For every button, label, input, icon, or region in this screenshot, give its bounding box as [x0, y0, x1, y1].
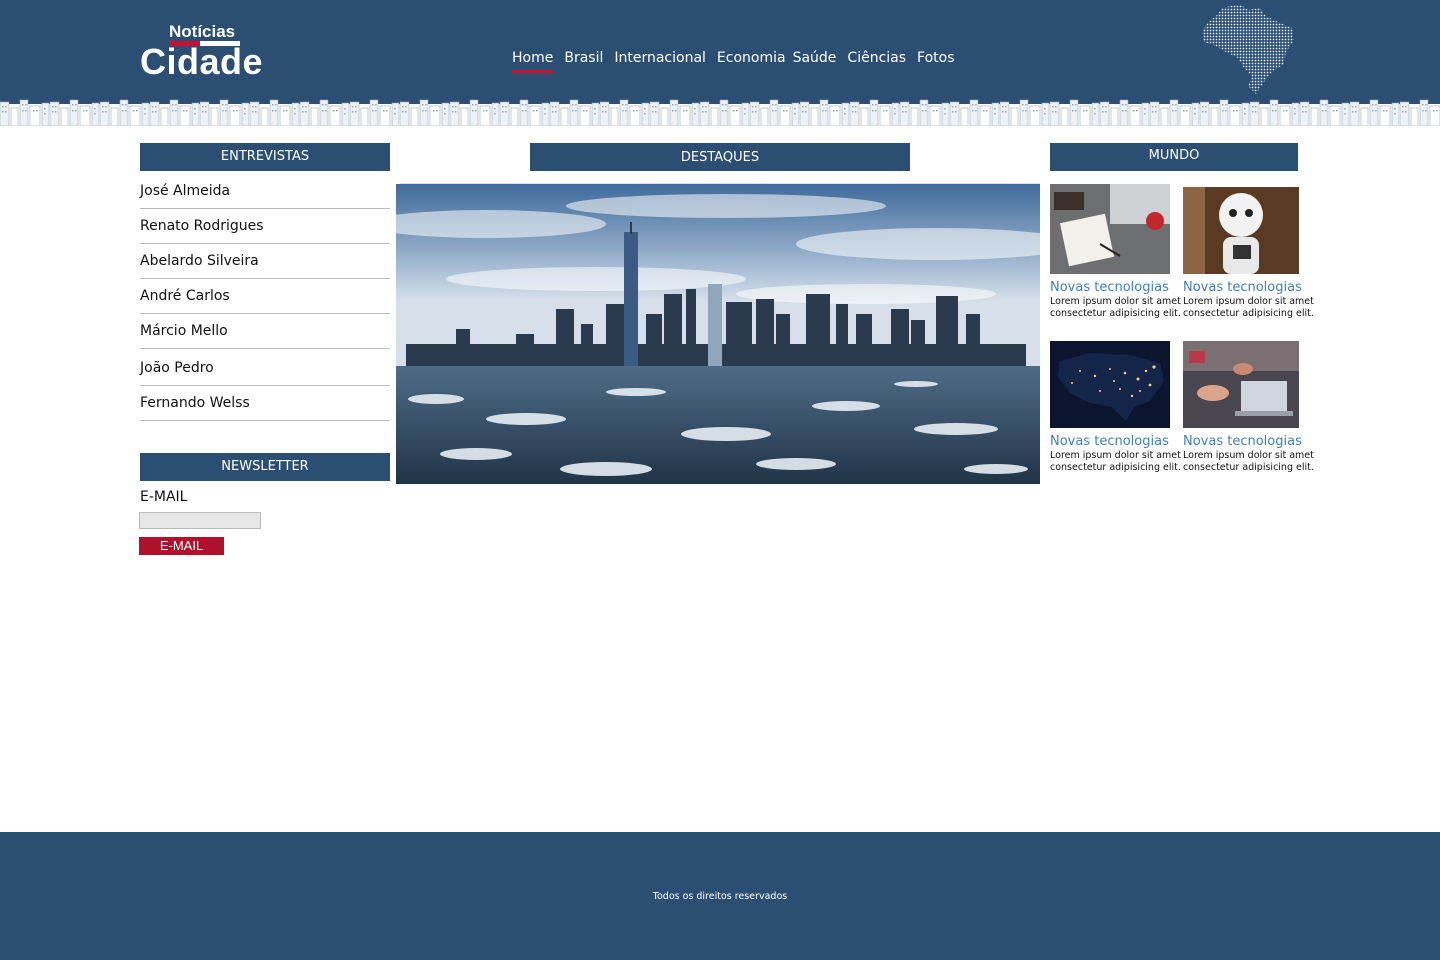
news-card-excerpt: Lorem ipsum dolor sit amet: [1050, 450, 1181, 461]
interviews-title: ENTREVISTAS: [140, 143, 390, 171]
email-input[interactable]: [139, 512, 261, 529]
news-card-title[interactable]: Novas tecnologias: [1050, 434, 1180, 450]
nav-home[interactable]: Home: [512, 49, 554, 73]
nav-fotos[interactable]: Fotos: [917, 49, 954, 67]
logo-main-text: Cidade: [140, 41, 264, 82]
nav-saude[interactable]: Saúde: [793, 49, 837, 67]
copyright-text: Todos os direitos reservados: [652, 891, 788, 902]
interview-item[interactable]: Fernando Welss: [140, 386, 390, 421]
world-title: MUNDO: [1050, 143, 1298, 171]
city-skyline-decoration: [0, 98, 1440, 126]
newsletter-title: NEWSLETTER: [140, 453, 390, 481]
news-card-title[interactable]: Novas tecnologias: [1050, 280, 1180, 296]
nav-ciencias[interactable]: Ciências: [847, 49, 906, 67]
news-card[interactable]: Novas tecnologias Lorem ipsum dolor sit …: [1183, 184, 1314, 320]
nav-brasil[interactable]: Brasil: [564, 49, 603, 67]
nav-economia[interactable]: Economia: [717, 49, 786, 67]
news-thumbnail-robot[interactable]: [1183, 184, 1303, 274]
highlights-title: DESTAQUES: [530, 143, 910, 171]
interview-item[interactable]: Abelardo Silveira: [140, 244, 390, 279]
news-card-excerpt: consectetur adipisicing elit.: [1050, 462, 1181, 473]
newsletter-submit-button[interactable]: E-MAIL: [139, 537, 224, 555]
news-thumbnail-desk[interactable]: [1050, 184, 1170, 274]
news-thumbnail-laptop-meeting[interactable]: [1183, 341, 1299, 428]
interview-item[interactable]: Márcio Mello: [140, 314, 390, 349]
logo-top-text: Notícias: [169, 22, 236, 41]
news-card-excerpt: Lorem ipsum dolor sit amet: [1183, 450, 1314, 461]
brazil-map-icon: [1202, 4, 1294, 94]
news-card-excerpt: consectetur adipisicing elit.: [1183, 462, 1314, 473]
news-card-title[interactable]: Novas tecnologias: [1183, 434, 1313, 450]
news-card-excerpt: consectetur adipisicing elit.: [1050, 308, 1181, 319]
site-header: Notícias Cidade Home Brasil Internaciona…: [0, 0, 1440, 100]
news-thumbnail-night-map[interactable]: [1050, 341, 1170, 428]
interview-item[interactable]: José Almeida: [140, 174, 390, 209]
site-footer: Todos os direitos reservados: [0, 832, 1440, 960]
interviews-list: José Almeida Renato Rodrigues Abelardo S…: [140, 174, 390, 421]
news-card-excerpt: Lorem ipsum dolor sit amet: [1050, 296, 1181, 307]
main-nav: Home Brasil Internacional Economia Saúde…: [512, 49, 966, 73]
interview-item[interactable]: João Pedro: [140, 349, 390, 386]
interview-item[interactable]: André Carlos: [140, 279, 390, 314]
news-card[interactable]: Novas tecnologias Lorem ipsum dolor sit …: [1183, 341, 1314, 474]
news-card-excerpt: Lorem ipsum dolor sit amet: [1183, 296, 1314, 307]
news-card-excerpt: consectetur adipisicing elit.: [1183, 308, 1314, 319]
interview-item[interactable]: Renato Rodrigues: [140, 209, 390, 244]
nav-internacional[interactable]: Internacional: [614, 49, 706, 67]
email-label: E-MAIL: [140, 489, 188, 505]
news-card[interactable]: Novas tecnologias Lorem ipsum dolor sit …: [1050, 184, 1181, 320]
news-card-title[interactable]: Novas tecnologias: [1183, 280, 1313, 296]
news-card[interactable]: Novas tecnologias Lorem ipsum dolor sit …: [1050, 341, 1181, 474]
hero-image[interactable]: [396, 184, 1040, 484]
site-logo[interactable]: Notícias Cidade: [140, 22, 265, 82]
